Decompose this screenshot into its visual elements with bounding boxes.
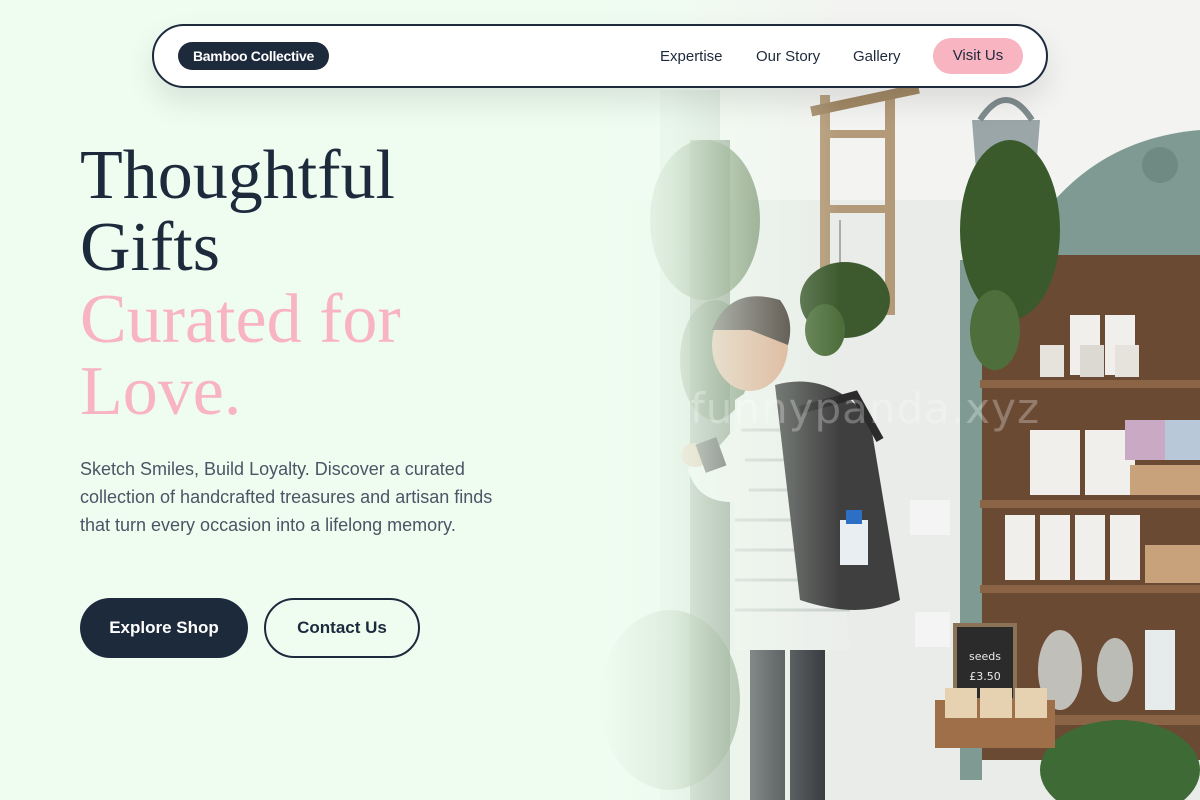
watermark-text: funnypanda.xyz	[690, 384, 1041, 433]
hero-headline: Thoughtful Gifts Curated for Love.	[80, 140, 401, 428]
headline-line-4: Love.	[80, 353, 242, 430]
contact-us-button[interactable]: Contact Us	[264, 598, 420, 658]
nav-link-our-story[interactable]: Our Story	[756, 48, 820, 66]
brand-logo[interactable]: Bamboo Collective	[178, 42, 329, 70]
headline-line-3: Curated for	[80, 281, 401, 358]
nav-link-gallery[interactable]: Gallery	[853, 48, 901, 66]
explore-shop-button[interactable]: Explore Shop	[80, 598, 248, 658]
hero-photo: seeds £3.50 funnypanda.xyz	[600, 0, 1200, 800]
headline-line-2: Gifts	[80, 209, 220, 286]
visit-us-button[interactable]: Visit Us	[933, 38, 1023, 74]
svg-text:seeds: seeds	[969, 650, 1001, 663]
hero-description: Sketch Smiles, Build Loyalty. Discover a…	[80, 459, 493, 535]
svg-text:£3.50: £3.50	[969, 670, 1001, 683]
top-navbar: Bamboo Collective Expertise Our Story Ga…	[152, 24, 1048, 88]
nav-link-expertise[interactable]: Expertise	[660, 48, 723, 66]
headline-line-1: Thoughtful	[80, 137, 395, 214]
